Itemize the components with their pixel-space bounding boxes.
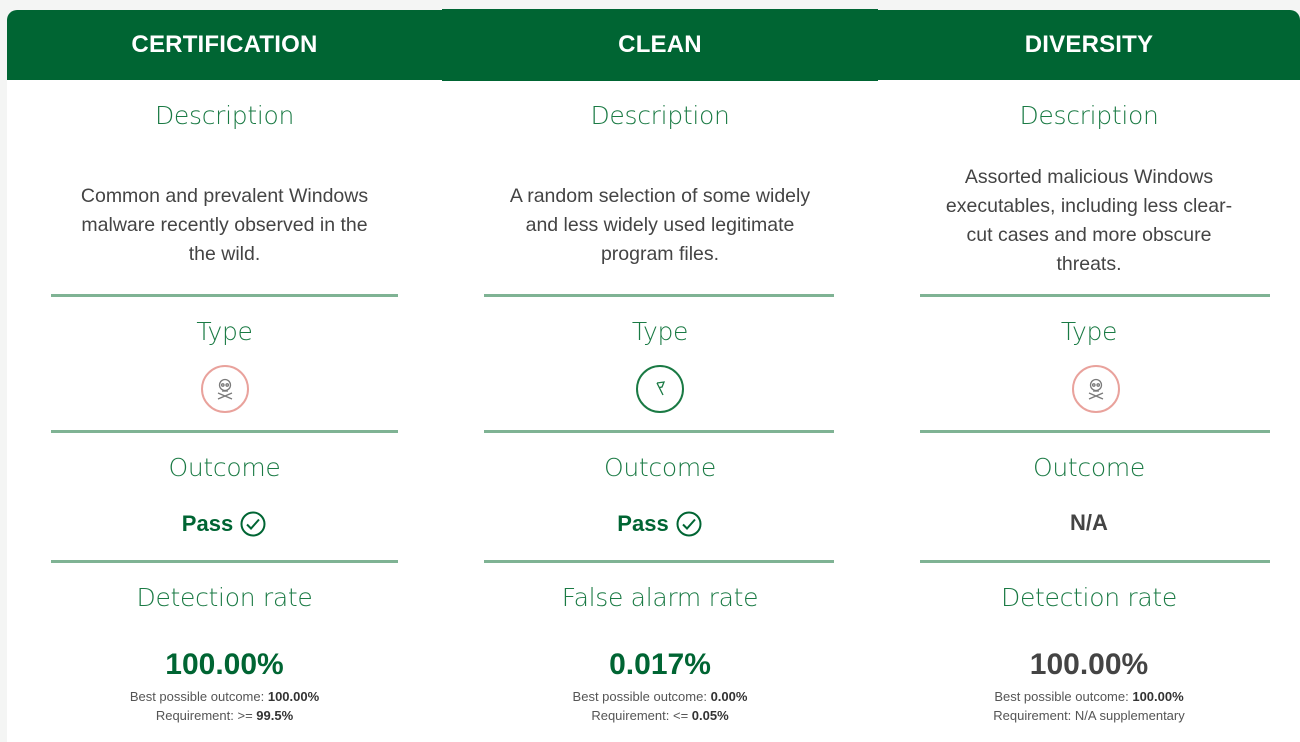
skull-crossbones-icon	[1072, 365, 1120, 413]
description-line: and less widely used legitimate	[525, 214, 795, 236]
description-line: threats.	[1056, 253, 1122, 275]
rate-value: 0.017%	[609, 648, 711, 681]
column-header: CLEAN	[442, 9, 878, 81]
requirement: Requirement: N/A supplementary	[993, 708, 1185, 723]
requirement: Requirement: >= 99.5%	[155, 708, 294, 723]
description-text: A random selection of some widely and le…	[442, 182, 878, 269]
check-circle-icon	[676, 511, 702, 537]
description-text: Assorted malicious Windows executables, …	[878, 163, 1300, 279]
rate-title: False alarm rate	[561, 583, 759, 612]
divider	[51, 560, 398, 563]
outcome-label: Pass	[181, 511, 234, 536]
certification-column: CERTIFICATION Description Common and pre…	[7, 10, 442, 742]
check-circle-icon	[240, 511, 266, 537]
column-header: DIVERSITY	[878, 10, 1300, 80]
description-line: A random selection of some widely	[509, 185, 811, 207]
divider	[920, 294, 1270, 297]
description-title: Description	[154, 101, 295, 130]
best-outcome: Best possible outcome: 100.00%	[129, 689, 320, 704]
outcome-label: N/A	[1070, 510, 1108, 535]
divider	[920, 560, 1270, 563]
clean-column: CLEAN Description A random selection of …	[442, 9, 878, 742]
best-outcome: Best possible outcome: 0.00%	[572, 689, 748, 704]
description-title: Description	[1019, 101, 1159, 130]
results-panel: CERTIFICATION Description Common and pre…	[0, 0, 1300, 742]
best-outcome: Best possible outcome: 100.00%	[994, 689, 1184, 704]
description-line: cut cases and more obscure	[966, 224, 1212, 246]
outcome-title: Outcome	[168, 453, 281, 482]
divider	[484, 294, 834, 297]
description-line: executables, including less clear-	[945, 195, 1233, 217]
description-line: malware recently observed in the	[81, 214, 368, 236]
type-title: Type	[1060, 317, 1118, 346]
divider	[484, 430, 834, 433]
outcome-value: N/A	[878, 510, 1300, 536]
rate-value: 100.00%	[165, 648, 284, 681]
requirement: Requirement: <= 0.05%	[591, 708, 729, 723]
outcome-value: Pass	[7, 510, 442, 538]
type-title: Type	[196, 317, 253, 346]
clean-flag-icon	[636, 365, 684, 413]
divider	[51, 294, 398, 297]
description-title: Description	[590, 101, 730, 130]
outcome-label: Pass	[617, 511, 669, 536]
skull-crossbones-icon	[201, 365, 249, 413]
outcome-value: Pass	[442, 510, 878, 538]
rate-value: 100.00%	[1029, 648, 1149, 681]
description-line: Assorted malicious Windows	[964, 166, 1214, 188]
divider	[920, 430, 1270, 433]
rate-title: Detection rate	[1001, 583, 1177, 612]
description-line: the wild.	[188, 243, 261, 265]
column-header: CERTIFICATION	[7, 10, 442, 80]
description-text: Common and prevalent Windows malware rec…	[7, 182, 442, 269]
outcome-title: Outcome	[604, 453, 716, 482]
diversity-column: DIVERSITY Description Assorted malicious…	[878, 10, 1300, 742]
rate-title: Detection rate	[136, 583, 313, 612]
outcome-title: Outcome	[1033, 453, 1145, 482]
description-line: program files.	[600, 243, 720, 265]
divider	[484, 560, 834, 563]
description-line: Common and prevalent Windows	[80, 185, 369, 207]
type-title: Type	[631, 317, 689, 346]
divider	[51, 430, 398, 433]
